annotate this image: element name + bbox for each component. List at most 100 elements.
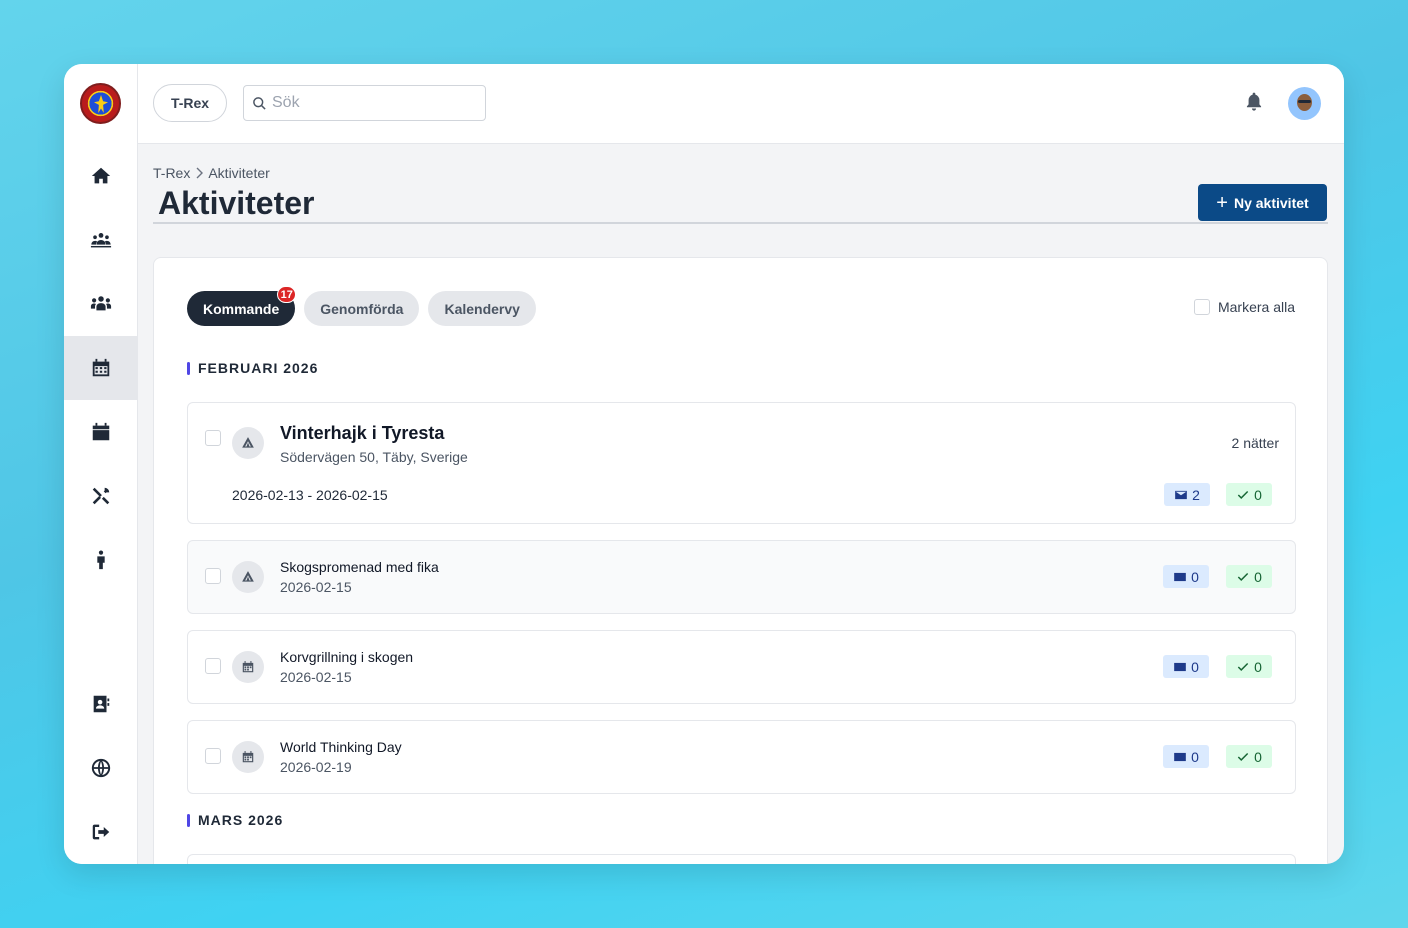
tent-icon [242,571,254,582]
organization-switcher[interactable]: T-Rex [153,84,227,122]
globe-icon [91,758,111,778]
activity-date: 2026-02-15 [280,579,352,595]
activity-title[interactable]: Vinterhajk i Tyresta [280,423,444,444]
sidebar-item-groups[interactable] [64,208,138,272]
new-activity-button[interactable]: + Ny aktivitet [1198,184,1327,221]
calendar-icon [92,422,110,441]
list-item[interactable]: Vinterhajk i Tyresta Södervägen 50, Täby… [187,402,1296,524]
accepted-count: 0 [1254,568,1262,585]
activity-type [232,741,264,773]
activities-card: Kommande 17 Genomförda Kalendervy Marker… [153,257,1328,864]
activity-type [232,427,264,459]
month-marker [187,813,190,827]
accepted-badge[interactable]: 0 [1226,483,1272,506]
app-window: T-Rex T-Rex Aktiviteter Aktiviteter + Ny… [64,64,1344,864]
topbar: T-Rex [138,64,1344,144]
activity-checkbox[interactable] [205,748,221,764]
list-item[interactable]: Korvgrillning i skogen 2026-02-15 0 0 [187,630,1296,704]
sidebar-item-home[interactable] [64,144,138,208]
sidebar-item-language[interactable] [64,736,138,800]
search-box[interactable] [243,85,486,121]
tab-label: Kalendervy [444,300,520,317]
sidebar-item-members[interactable] [64,272,138,336]
sidebar-item-contacts[interactable] [64,672,138,736]
list-item[interactable] [187,854,1296,864]
month-label: FEBRUARI 2026 [198,360,319,376]
tab-upcoming[interactable]: Kommande 17 [187,286,297,326]
activity-date: 2026-02-15 [280,669,352,685]
tab-label: Kommande [203,300,280,317]
sidebar-item-scout[interactable] [64,528,138,592]
sidebar-item-logout[interactable] [64,800,138,864]
activity-date: 2026-02-19 [280,759,352,775]
envelope-icon [1175,490,1187,499]
envelope-icon [1174,662,1186,671]
accepted-count: 0 [1254,486,1262,503]
envelope-icon [1174,752,1186,761]
activity-dates: 2026-02-13 - 2026-02-15 [232,487,388,503]
main-content: T-Rex Aktiviteter Aktiviteter + Ny aktiv… [138,144,1344,864]
calendar-icon [242,751,254,763]
sidebar-item-activities[interactable] [64,336,138,400]
month-label: MARS 2026 [198,812,284,828]
activity-checkbox[interactable] [205,568,221,584]
accepted-badge[interactable]: 0 [1226,655,1272,678]
activity-tabs: Kommande 17 Genomförda Kalendervy [187,286,536,326]
accepted-badge[interactable]: 0 [1226,565,1272,588]
accepted-count: 0 [1254,658,1262,675]
organization-logo[interactable] [80,83,121,124]
calendar-grid-icon [92,358,110,377]
chevron-right-icon [196,167,204,179]
select-all-label: Markera alla [1217,299,1295,315]
check-icon [1237,490,1249,499]
tab-label: Genomförda [320,300,404,317]
invites-badge[interactable]: 0 [1163,655,1209,678]
person-icon [97,550,105,570]
invites-count: 0 [1191,748,1199,765]
notifications-button[interactable] [1244,91,1266,113]
invites-count: 2 [1192,486,1200,503]
invites-badge[interactable]: 0 [1163,565,1209,588]
activity-checkbox[interactable] [205,430,221,446]
check-icon [1237,572,1249,581]
activity-type [232,561,264,593]
check-icon [1237,752,1249,761]
users-icon [90,296,112,311]
activity-title[interactable]: Skogspromenad med fika [280,559,439,575]
check-icon [1237,662,1249,671]
breadcrumb: T-Rex Aktiviteter [153,165,270,181]
invites-badge[interactable]: 0 [1163,745,1209,768]
activity-checkbox[interactable] [205,658,221,674]
tools-icon [92,487,110,505]
select-all-checkbox[interactable] [1193,299,1210,315]
tent-icon [242,437,254,448]
sidebar [64,64,138,864]
breadcrumb-root[interactable]: T-Rex [153,165,190,181]
month-header: FEBRUARI 2026 [187,360,318,376]
breadcrumb-current: Aktiviteter [208,165,270,181]
avatar[interactable] [1288,87,1321,120]
tab-calendar-view[interactable]: Kalendervy [428,291,536,326]
sidebar-item-tools[interactable] [64,464,138,528]
title-divider [153,222,1328,224]
activity-type [232,651,264,683]
invites-badge[interactable]: 2 [1164,483,1210,506]
invites-count: 0 [1191,658,1199,675]
tab-completed[interactable]: Genomförda [304,291,420,326]
sidebar-item-calendar[interactable] [64,400,138,464]
activity-location: Södervägen 50, Täby, Sverige [280,449,468,465]
search-icon [253,96,266,110]
accepted-count: 0 [1254,748,1262,765]
logout-icon [92,824,110,840]
calendar-icon [242,661,254,673]
home-icon [91,167,111,184]
activity-title[interactable]: Korvgrillning i skogen [280,649,413,665]
accepted-badge[interactable]: 0 [1226,745,1272,768]
select-all[interactable]: Markera alla [1193,299,1295,315]
list-item[interactable]: Skogspromenad med fika 2026-02-15 0 0 [187,540,1296,614]
list-item[interactable]: World Thinking Day 2026-02-19 0 0 [187,720,1296,794]
bell-icon [1246,92,1262,111]
search-input[interactable] [272,94,472,112]
activity-title[interactable]: World Thinking Day [280,739,402,755]
contact-book-icon [93,695,110,713]
